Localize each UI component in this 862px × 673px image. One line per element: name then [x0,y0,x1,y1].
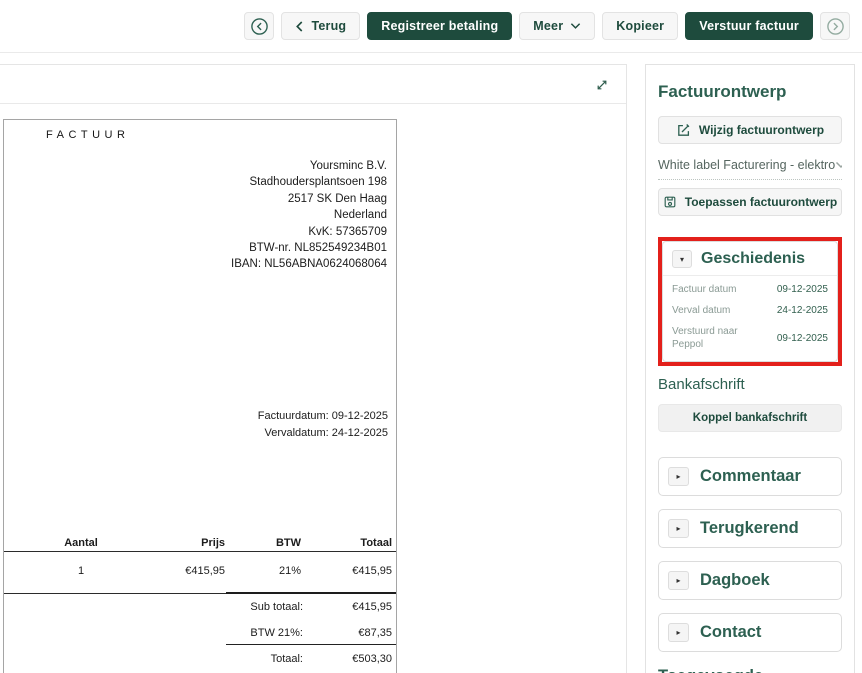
send-invoice-label: Verstuur factuur [699,19,799,33]
back-button-label: Terug [311,19,346,33]
total-value: €503,30 [300,653,392,665]
more-button-label: Meer [533,19,563,33]
history-panel: ▾ Geschiedenis Factuur datum 09-12-2025 … [662,241,838,362]
panel-commentaar-title: Commentaar [700,467,801,486]
table-cell-prijs: €415,95 [124,565,225,577]
total-label: Totaal: [184,653,303,665]
invoice-preview-panel: FACTUUR Yoursminc B.V. Stadhoudersplants… [0,64,627,673]
triangle-right-icon: ▸ [676,472,680,481]
chevron-left-icon [295,20,304,33]
table-header-aantal: Aantal [31,537,131,549]
company-kvk: KvK: 57365709 [231,224,387,240]
link-bank-statement-label: Koppel bankafschrift [693,412,807,424]
triangle-down-icon: ▾ [680,255,684,264]
save-icon [663,195,677,209]
chevron-down-icon [835,161,842,169]
table-cell-btw: 21% [234,565,301,577]
table-cell-aantal: 1 [31,565,131,577]
circle-chevron-right-icon [826,17,845,36]
more-button[interactable]: Meer [519,12,595,40]
expand-toggle-icon[interactable]: ▸ [668,519,689,538]
register-payment-button[interactable]: Registreer betaling [367,12,512,40]
invoice-template-select[interactable]: White label Facturering - elektro [658,158,842,180]
panel-terugkerend-title: Terugkerend [700,519,799,538]
history-row: Factuur datum 09-12-2025 [672,279,828,300]
collapse-toggle-icon[interactable]: ▾ [672,250,692,268]
history-panel-title: Geschiedenis [701,250,805,268]
table-header-totaal: Totaal [300,537,392,549]
table-header-btw: BTW [234,537,301,549]
history-highlight-box: ▾ Geschiedenis Factuur datum 09-12-2025 … [658,237,842,366]
company-street: Stadhoudersplantsoen 198 [231,174,387,190]
history-row: Verstuurd naar Peppol 09-12-2025 [672,321,828,355]
panel-dagboek[interactable]: ▸ Dagboek [658,561,842,600]
expand-icon [594,77,610,93]
sidebar: Factuurontwerp Wijzig factuurontwerp Whi… [645,64,855,673]
panel-dagboek-title: Dagboek [700,571,770,590]
table-cell-totaal: €415,95 [300,565,392,577]
apply-invoice-design-button[interactable]: Toepassen factuurontwerp [658,188,842,216]
history-row-value: 24-12-2025 [777,305,828,316]
expand-toggle-icon[interactable]: ▸ [668,467,689,486]
totals-top-divider [226,592,396,594]
preview-header [0,65,626,104]
company-country: Nederland [231,207,387,223]
circle-chevron-left-icon [250,17,269,36]
expand-preview-button[interactable] [588,71,615,98]
vat-value: €87,35 [300,627,392,639]
chevron-down-icon [570,22,581,30]
history-rows: Factuur datum 09-12-2025 Verval datum 24… [663,276,837,361]
edit-invoice-design-button[interactable]: Wijzig factuurontwerp [658,116,842,144]
company-address-block: Yoursminc B.V. Stadhoudersplantsoen 198 … [231,158,387,273]
prev-document-button[interactable] [244,12,274,40]
toolbar: Terug Registreer betaling Meer Kopieer V… [0,0,862,53]
copy-button[interactable]: Kopieer [602,12,678,40]
bank-statement-heading: Bankafschrift [658,376,842,393]
invoice-template-value: White label Facturering - elektro [658,158,835,172]
history-panel-header[interactable]: ▾ Geschiedenis [663,242,837,275]
panel-commentaar[interactable]: ▸ Commentaar [658,457,842,496]
link-bank-statement-button[interactable]: Koppel bankafschrift [658,404,842,432]
triangle-right-icon: ▸ [676,576,680,585]
history-row-label: Factuur datum [672,283,736,296]
panel-contact-title: Contact [700,623,761,642]
subtotal-label: Sub totaal: [184,601,303,613]
history-row-value: 09-12-2025 [777,284,828,295]
subtotal-value: €415,95 [300,601,392,613]
edit-invoice-design-label: Wijzig factuurontwerp [699,123,824,137]
attachments-heading: Toegevoegde [658,667,842,673]
history-row: Verval datum 24-12-2025 [672,300,828,321]
table-header-divider [4,551,396,552]
back-button[interactable]: Terug [281,12,360,40]
invoice-document: FACTUUR Yoursminc B.V. Stadhoudersplants… [3,119,397,673]
invoice-design-heading: Factuurontwerp [658,82,842,102]
triangle-right-icon: ▸ [676,524,680,533]
expand-toggle-icon[interactable]: ▸ [668,571,689,590]
apply-invoice-design-label: Toepassen factuurontwerp [685,195,837,209]
company-btw: BTW-nr. NL852549234B01 [231,240,387,256]
total-divider [226,644,396,645]
panel-terugkerend[interactable]: ▸ Terugkerend [658,509,842,548]
triangle-right-icon: ▸ [676,628,680,637]
company-iban: IBAN: NL56ABNA0624068064 [231,256,387,272]
next-document-button[interactable] [820,12,850,40]
table-header-prijs: Prijs [124,537,225,549]
invoice-date-line: Factuurdatum: 09-12-2025 [258,408,388,425]
history-row-value: 09-12-2025 [777,333,828,344]
due-date-line: Vervaldatum: 24-12-2025 [258,425,388,442]
expand-toggle-icon[interactable]: ▸ [668,623,689,642]
history-row-label: Verval datum [672,304,730,317]
invoice-title: FACTUUR [46,129,129,141]
invoice-dates-block: Factuurdatum: 09-12-2025 Vervaldatum: 24… [258,408,388,441]
vat-label: BTW 21%: [184,627,303,639]
send-invoice-button[interactable]: Verstuur factuur [685,12,813,40]
edit-icon [676,123,691,138]
panel-contact[interactable]: ▸ Contact [658,613,842,652]
copy-button-label: Kopieer [616,19,664,33]
company-city: 2517 SK Den Haag [231,191,387,207]
register-payment-label: Registreer betaling [381,19,498,33]
company-name: Yoursminc B.V. [231,158,387,174]
history-row-label: Verstuurd naar Peppol [672,325,759,351]
